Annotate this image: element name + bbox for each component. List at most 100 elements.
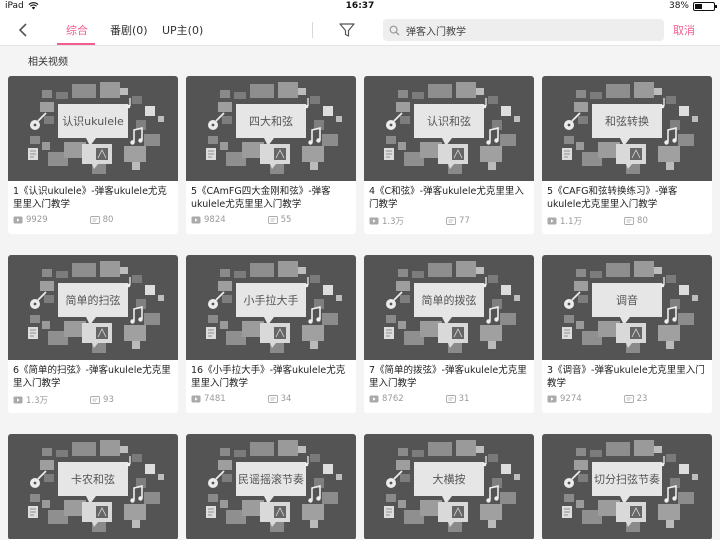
- video-title: 7《简单的拨弦》-弹客ukulele尤克里里入门教学: [369, 365, 527, 389]
- search-input[interactable]: [406, 24, 646, 36]
- video-stats: 7481 34: [191, 394, 291, 404]
- active-tab-indicator: [57, 43, 95, 45]
- danmaku-count-icon: [267, 216, 278, 224]
- danmaku-count: 31: [458, 394, 470, 404]
- video-thumbnail[interactable]: 简单的扫弦: [8, 255, 178, 360]
- play-count-icon: [13, 216, 23, 224]
- video-card[interactable]: 大横按: [364, 434, 534, 540]
- back-arrow-icon[interactable]: [14, 20, 34, 40]
- play-count-icon: [547, 395, 557, 403]
- danmaku-count: 77: [459, 216, 470, 226]
- video-stats: 9824 55: [191, 215, 291, 225]
- play-count-icon: [191, 216, 201, 224]
- thumbnail-caption: 调音: [616, 294, 638, 307]
- video-title: 6《简单的扫弦》-弹客ukulele尤克里里入门教学: [13, 365, 171, 389]
- video-thumbnail[interactable]: 和弦转换: [542, 76, 712, 181]
- thumbnail-caption: 和弦转换: [605, 115, 649, 128]
- danmaku-count: 34: [280, 394, 292, 404]
- video-stats: 1.1万 80: [547, 215, 648, 227]
- danmaku-count-icon: [267, 395, 278, 403]
- danmaku-count: 55: [280, 215, 292, 225]
- video-card[interactable]: 小手拉大手 16《小手拉大手》-弹客ukulele尤克里里入门教学 7481 34: [186, 255, 356, 413]
- video-stats: 1.3万 93: [13, 394, 114, 406]
- play-count-icon: [13, 396, 23, 404]
- video-thumbnail[interactable]: 民谣摇滚节奏: [186, 434, 356, 539]
- video-title: 16《小手拉大手》-弹客ukulele尤克里里入门教学: [191, 365, 346, 389]
- danmaku-count-icon: [624, 217, 634, 225]
- play-count: 9274: [560, 394, 582, 404]
- danmaku-count: 93: [103, 395, 114, 405]
- video-thumbnail[interactable]: 切分扫弦节奏: [542, 434, 712, 539]
- tab-all[interactable]: 综合: [66, 22, 88, 38]
- thumbnail-caption: 民谣摇滚节奏: [238, 473, 304, 486]
- danmaku-count-icon: [89, 216, 100, 224]
- play-count-icon: [191, 395, 201, 403]
- video-card[interactable]: 简单的拨弦 7《简单的拨弦》-弹客ukulele尤克里里入门教学 8762 31: [364, 255, 534, 413]
- video-thumbnail[interactable]: 小手拉大手: [186, 255, 356, 360]
- status-bar: iPad 16:37 38%: [0, 0, 720, 14]
- clock: 16:37: [345, 1, 375, 11]
- video-thumbnail[interactable]: 认识和弦: [364, 76, 534, 181]
- play-count-icon: [369, 395, 379, 403]
- tab-bangumi[interactable]: 番剧(0): [110, 22, 148, 38]
- search-nav-bar: 综合 番剧(0) UP主(0) 取消: [0, 14, 720, 46]
- video-thumbnail[interactable]: 简单的拨弦: [364, 255, 534, 360]
- video-card[interactable]: 四大和弦 5《CAmFG四大金刚和弦》-弹客ukulele尤克里里入门教学 9824…: [186, 76, 356, 234]
- video-stats: 8762 31: [369, 394, 469, 404]
- search-box[interactable]: [383, 19, 664, 41]
- play-count: 1.1万: [560, 217, 583, 227]
- battery-percent: 38%: [668, 1, 689, 11]
- tab-up-users[interactable]: UP主(0): [162, 22, 203, 38]
- thumbnail-caption: 简单的扫弦: [65, 294, 121, 307]
- video-card[interactable]: 和弦转换 5《CAFG和弦转换练习》-弹客ukulele尤克里里入门教学 1.1万 8…: [542, 76, 712, 234]
- video-thumbnail[interactable]: 四大和弦: [186, 76, 356, 181]
- play-count: 1.3万: [26, 396, 49, 406]
- search-icon: [389, 25, 400, 35]
- danmaku-count-icon: [446, 217, 456, 225]
- nav-divider: [312, 22, 313, 38]
- video-title: 3《调音》-弹客ukulele尤克里里入门教学: [547, 365, 705, 389]
- play-count: 7481: [204, 394, 226, 404]
- video-card[interactable]: 民谣摇滚节奏: [186, 434, 356, 540]
- video-title: 5《CAmFG四大金刚和弦》-弹客ukulele尤克里里入门教学: [191, 186, 331, 210]
- video-card[interactable]: 认识ukulele 1《认识ukulele》-弹客ukulele尤克里里入门教学 9…: [8, 76, 178, 234]
- video-stats: 9929 80: [13, 215, 113, 225]
- filter-icon[interactable]: [338, 21, 356, 39]
- danmaku-count-icon: [90, 396, 100, 404]
- play-count: 8762: [382, 394, 404, 404]
- section-title: 相关视频: [28, 57, 68, 68]
- thumbnail-caption: 认识和弦: [427, 115, 471, 128]
- thumbnail-caption: 小手拉大手: [243, 294, 299, 307]
- thumbnail-caption: 卡农和弦: [71, 473, 115, 486]
- video-thumbnail[interactable]: 卡农和弦: [8, 434, 178, 539]
- video-thumbnail[interactable]: 大横按: [364, 434, 534, 539]
- thumbnail-caption: 大横按: [432, 473, 466, 486]
- video-title: 1《认识ukulele》-弹客ukulele尤克里里入门教学: [13, 186, 167, 210]
- video-title: 5《CAFG和弦转换练习》-弹客ukulele尤克里里入门教学: [547, 186, 678, 210]
- thumbnail-caption: 认识ukulele: [62, 115, 124, 128]
- video-stats: 9274 23: [547, 394, 647, 404]
- thumbnail-caption: 简单的拨弦: [421, 294, 477, 307]
- thumbnail-caption: 四大和弦: [249, 115, 293, 128]
- play-count: 1.3万: [382, 217, 405, 227]
- play-count-icon: [547, 217, 557, 225]
- cancel-button[interactable]: 取消: [673, 22, 695, 38]
- danmaku-count-icon: [623, 395, 634, 403]
- video-card[interactable]: 简单的扫弦 6《简单的扫弦》-弹客ukulele尤克里里入门教学 1.3万 93: [8, 255, 178, 413]
- video-card[interactable]: 认识和弦 4《C和弦》-弹客ukulele尤克里里入门教学 1.3万 77: [364, 76, 534, 234]
- danmaku-count: 23: [636, 394, 648, 404]
- video-stats: 1.3万 77: [369, 215, 470, 227]
- battery-icon: [693, 1, 717, 11]
- video-card[interactable]: 切分扫弦节奏: [542, 434, 712, 540]
- thumbnail-caption: 切分扫弦节奏: [594, 473, 660, 486]
- video-title: 4《C和弦》-弹客ukulele尤克里里入门教学: [369, 186, 524, 210]
- video-thumbnail[interactable]: 认识ukulele: [8, 76, 178, 181]
- video-card[interactable]: 卡农和弦: [8, 434, 178, 540]
- play-count-icon: [369, 217, 379, 225]
- video-thumbnail[interactable]: 调音: [542, 255, 712, 360]
- video-card[interactable]: 调音 3《调音》-弹客ukulele尤克里里入门教学 9274 23: [542, 255, 712, 413]
- danmaku-count: 80: [637, 216, 648, 226]
- danmaku-count-icon: [445, 395, 456, 403]
- danmaku-count: 80: [102, 215, 114, 225]
- play-count: 9929: [26, 215, 48, 225]
